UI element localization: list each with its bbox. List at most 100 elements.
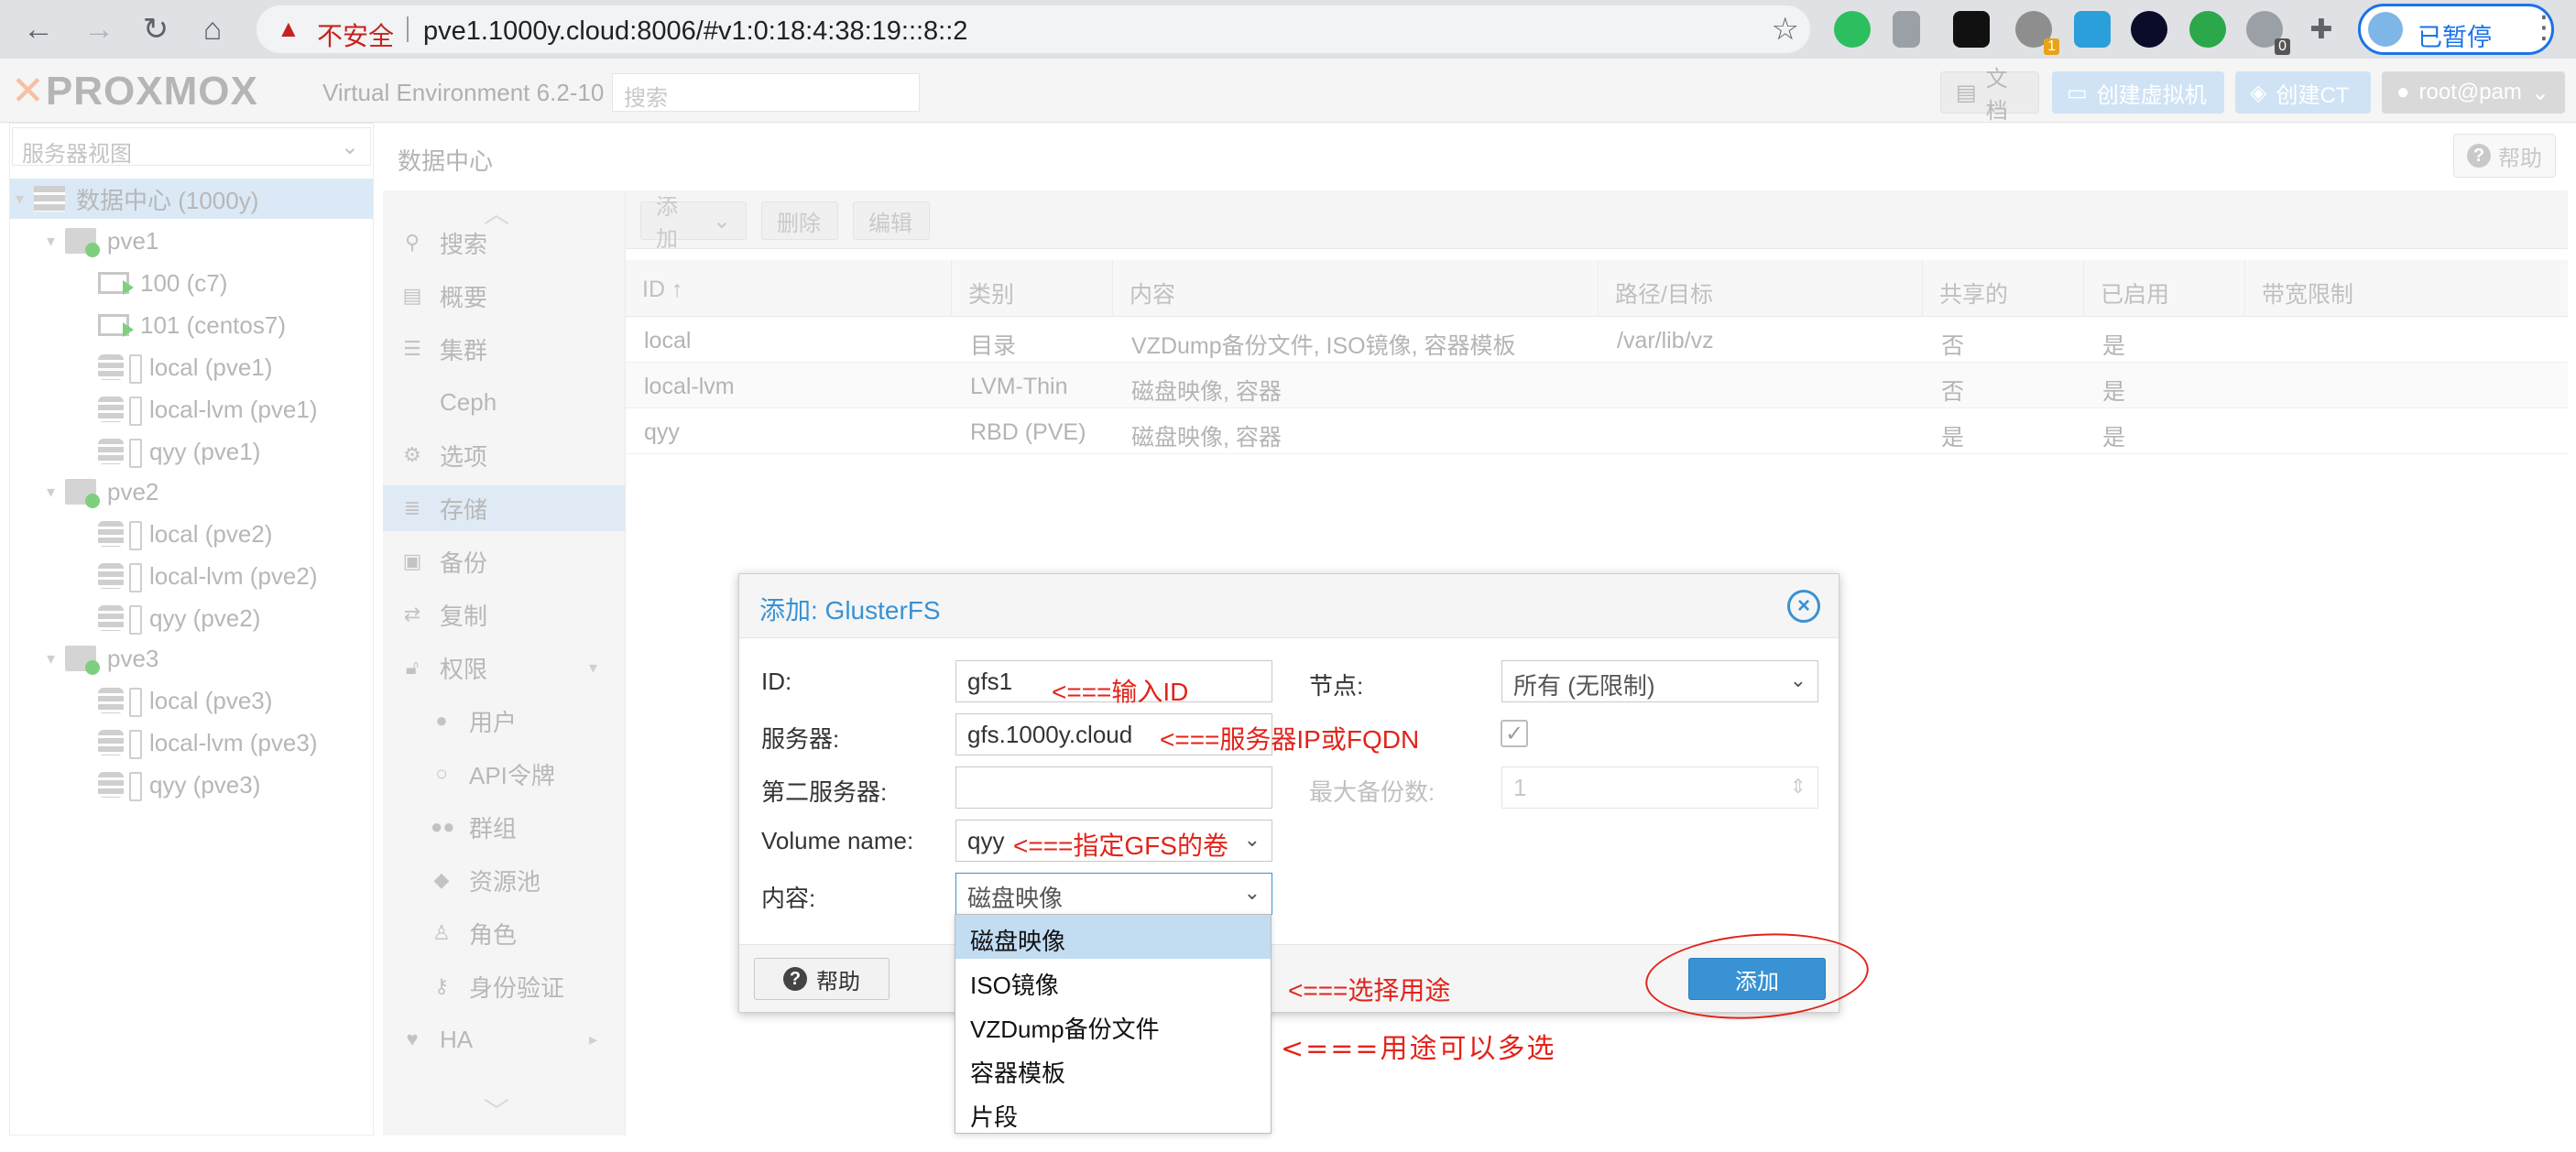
nav-item-users[interactable]: ● 用户: [383, 698, 625, 744]
search-input[interactable]: 搜索: [612, 73, 920, 112]
nodes-select[interactable]: 所有 (无限制) ⌄: [1501, 660, 1818, 702]
server2-field[interactable]: [955, 766, 1272, 809]
tree-item-vm-100[interactable]: 100 (c7): [10, 263, 373, 303]
nodes-value: 所有 (无限制): [1513, 672, 1655, 700]
dropdown-option-iso[interactable]: ISO镜像: [955, 959, 1271, 1003]
nav-item-options[interactable]: ⚙ 选项: [383, 432, 625, 478]
server-label: 服务器:: [761, 725, 840, 753]
dropdown-option-backup[interactable]: VZDump备份文件: [955, 1003, 1271, 1047]
content-value: 磁盘映像: [967, 885, 1064, 912]
nav-item-replication[interactable]: ⇄ 复制: [383, 592, 625, 637]
help-extension-icon[interactable]: 0: [2246, 11, 2290, 55]
tree-item-label: local-lvm (pve2): [149, 561, 318, 590]
tree-item-pve2[interactable]: ▾ pve2: [10, 472, 373, 512]
nav-item-api-tokens[interactable]: ○ API令牌: [383, 751, 625, 797]
tree-item-label: qyy (pve1): [149, 437, 261, 465]
dropdown-option-snippets[interactable]: 片段: [955, 1091, 1271, 1135]
menu-dots-icon[interactable]: ⋮: [2528, 9, 2560, 46]
help-label: 帮助: [2498, 146, 2542, 171]
extension-badge: 0: [2275, 38, 2290, 55]
edit-button[interactable]: 编辑: [853, 201, 930, 240]
nav-item-roles[interactable]: ♙ 角色: [383, 910, 625, 956]
nav-item-pools[interactable]: ◆ 资源池: [383, 857, 625, 903]
puzzle-icon[interactable]: ✚: [2299, 7, 2343, 51]
download-extension-icon[interactable]: [1893, 11, 1920, 48]
profile-button[interactable]: 已暂停: [2358, 4, 2554, 55]
column-header-enabled[interactable]: 已启用: [2084, 260, 2245, 317]
dropdown-option-templates[interactable]: 容器模板: [955, 1047, 1271, 1091]
tree-item-storage[interactable]: qyy (pve2): [10, 598, 373, 638]
media-extension-icon[interactable]: [2131, 11, 2167, 48]
maxbackups-field[interactable]: 1 ⇕: [1501, 766, 1818, 809]
table-row[interactable]: qyy RBD (PVE) 磁盘映像, 容器 是 是: [626, 408, 2568, 454]
nav-item-search[interactable]: ⚲ 搜索: [383, 220, 625, 266]
docs-button[interactable]: ▤ 文档: [1940, 67, 2039, 124]
dropdown-option-images[interactable]: 磁盘映像: [955, 915, 1271, 959]
tree-item-storage[interactable]: qyy (pve1): [10, 431, 373, 472]
dialog-header: 添加: GlusterFS ×: [739, 574, 1839, 638]
nav-item-backup[interactable]: ▣ 备份: [383, 538, 625, 584]
user-menu-button[interactable]: ● root@pam ⌄: [2382, 71, 2565, 114]
forward-icon[interactable]: →: [77, 7, 121, 51]
column-header-shared[interactable]: 共享的: [1923, 260, 2084, 317]
storage-icon: [98, 563, 142, 592]
chevron-down-icon[interactable]: ⌄: [1244, 828, 1261, 852]
cube-icon: ◈: [2250, 80, 2267, 105]
glasses-extension-icon[interactable]: [1953, 11, 1990, 48]
tree-item-pve3[interactable]: ▾ pve3: [10, 638, 373, 679]
column-header-path[interactable]: 路径/目标: [1599, 260, 1923, 317]
nav-item-summary[interactable]: ▤ 概要: [383, 273, 625, 319]
address-bar[interactable]: ▲ 不安全 pve1.1000y.cloud:8006/#v1:0:18:4:3…: [257, 5, 1810, 53]
nav-item-groups[interactable]: ●● 群组: [383, 804, 625, 850]
translate-extension-icon[interactable]: [2074, 11, 2111, 48]
dialog-help-button[interactable]: ? 帮助: [754, 958, 890, 1000]
table-row[interactable]: local 目录 VZDump备份文件, ISO镜像, 容器模板 /var/li…: [626, 317, 2568, 363]
tree-item-storage[interactable]: local-lvm (pve3): [10, 723, 373, 763]
close-icon[interactable]: ×: [1787, 590, 1820, 623]
tree-item-storage[interactable]: local (pve1): [10, 347, 373, 387]
column-header-content[interactable]: 内容: [1113, 260, 1599, 317]
create-ct-button[interactable]: ◈ 创建CT: [2235, 71, 2371, 114]
reload-icon[interactable]: ↻: [134, 7, 178, 51]
table-cell: 磁盘映像, 容器: [1131, 425, 1282, 451]
enable-checkbox[interactable]: ✓: [1501, 720, 1528, 747]
help-button[interactable]: ? 帮助: [2453, 134, 2556, 178]
column-header-bandwidth[interactable]: 带宽限制: [2245, 260, 2568, 317]
tree-item-storage[interactable]: local-lvm (pve1): [10, 389, 373, 429]
nav-item-permissions[interactable]: 🔓︎ 权限 ▾: [383, 645, 625, 690]
tree-item-pve1[interactable]: ▾ pve1: [10, 221, 373, 261]
view-select[interactable]: 服务器视图 ⌄: [12, 127, 371, 167]
chevron-down-icon[interactable]: ⌄: [1244, 881, 1261, 905]
content-select[interactable]: 磁盘映像 ⌄: [955, 873, 1272, 915]
page-title: 数据中心: [398, 147, 494, 175]
tree-item-storage[interactable]: local (pve3): [10, 680, 373, 721]
nav-item-auth[interactable]: ⚷ 身份验证: [383, 963, 625, 1009]
nav-item-ceph[interactable]: Ceph: [383, 379, 625, 425]
tree-item-datacenter[interactable]: ▾ 数据中心 (1000y): [10, 179, 373, 219]
column-header-id[interactable]: ID ↑: [626, 260, 952, 317]
nav-item-storage[interactable]: ≣ 存储: [383, 485, 625, 531]
extension-with-badge-icon[interactable]: 1: [2015, 11, 2059, 55]
n-extension-icon[interactable]: [2189, 11, 2226, 48]
table-row[interactable]: local-lvm LVM-Thin 磁盘映像, 容器 否 是: [626, 363, 2568, 408]
evernote-extension-icon[interactable]: [1834, 11, 1871, 48]
maxbackups-value: 1: [1513, 774, 1527, 801]
scroll-down-icon[interactable]: ﹀: [484, 1092, 509, 1128]
table-cell: local: [644, 328, 692, 353]
back-icon[interactable]: ←: [16, 7, 60, 51]
url-text[interactable]: pve1.1000y.cloud:8006/#v1:0:18:4:38:19::…: [423, 16, 967, 47]
add-button[interactable]: 添加 ⌄: [640, 195, 747, 252]
chevron-down-icon[interactable]: ⌄: [1790, 668, 1806, 692]
tree-item-storage[interactable]: qyy (pve3): [10, 765, 373, 805]
tree-item-vm-101[interactable]: 101 (centos7): [10, 305, 373, 345]
bookmark-star-icon[interactable]: ☆: [1772, 11, 1799, 48]
create-vm-button[interactable]: ▭ 创建虚拟机: [2052, 71, 2224, 114]
remove-button[interactable]: 删除: [761, 201, 838, 240]
tree-item-storage[interactable]: local-lvm (pve2): [10, 556, 373, 596]
spinner-icon[interactable]: ⇕: [1790, 775, 1806, 799]
nav-item-ha[interactable]: ♥ HA ▸: [383, 1016, 625, 1062]
tree-item-storage[interactable]: local (pve2): [10, 514, 373, 554]
home-icon[interactable]: ⌂: [191, 7, 235, 51]
nav-item-cluster[interactable]: ☰ 集群: [383, 326, 625, 372]
column-header-type[interactable]: 类别: [952, 260, 1113, 317]
